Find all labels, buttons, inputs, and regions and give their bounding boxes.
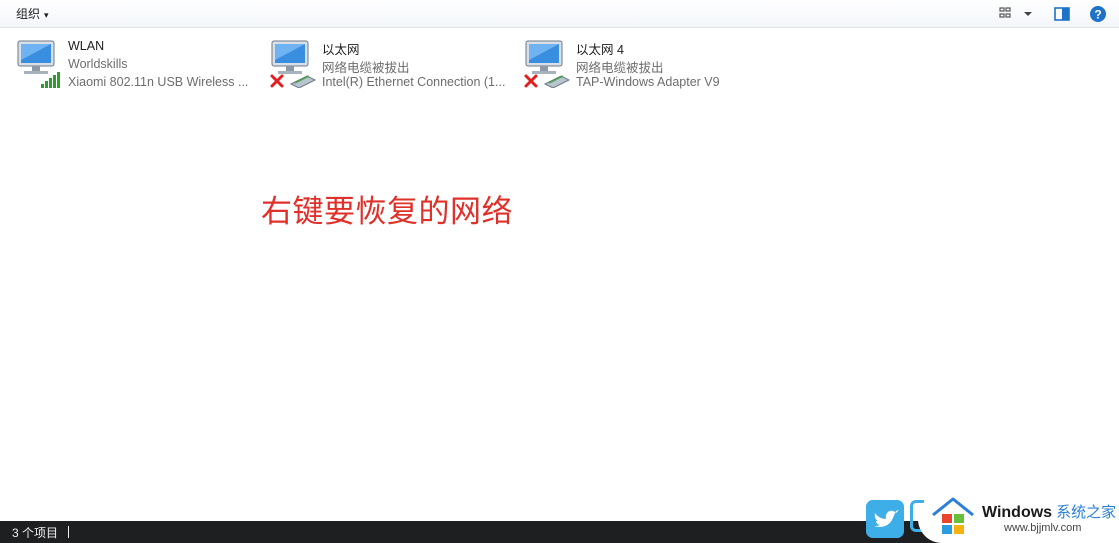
adapter-status: 网络电缆被拔出 [322,61,410,75]
help-icon[interactable]: ? [1088,4,1108,24]
site-watermark: Windows 系统之家 www.bjjmlv.com [866,494,1119,543]
help-glyph: ? [1094,8,1101,22]
organize-menu-button[interactable]: 组织 ▾ [8,4,57,24]
adapter-tile-ethernet[interactable]: 以太网 网络电缆被拔出 Intel(R) Ethernet Connection… [269,36,515,96]
adapter-status: 网络电缆被拔出 [576,61,664,75]
adapter-status: Worldskills [68,57,128,71]
wireless-adapter-icon [17,40,60,88]
chevron-down-icon: ▾ [44,10,49,20]
adapter-name: 以太网 [322,43,360,57]
adapter-device: TAP-Windows Adapter V9 [576,75,720,89]
watermark-brand-cn: 系统之家 [1056,504,1117,521]
command-bar: 组织 ▾ ? [0,0,1119,28]
adapter-tile-ethernet-4[interactable]: 以太网 4 网络电缆被拔出 TAP-Windows Adapter V9 [523,36,769,96]
watermark-url: www.bjjmlv.com [1004,522,1082,534]
adapter-device: Intel(R) Ethernet Connection (1... [322,75,506,89]
adapter-tile-wlan[interactable]: WLAN Worldskills Xiaomi 802.11n USB Wire… [15,36,261,96]
watermark-badge: Windows 系统之家 www.bjjmlv.com [918,494,1119,543]
item-count: 3 个项目 [12,526,59,540]
ethernet-adapter-disconnected-icon [270,40,317,88]
organize-label: 组织 [16,7,41,21]
annotation-text: 右键要恢复的网络 [261,194,513,230]
status-divider [68,526,69,538]
windows-logo-icon [932,497,974,534]
ethernet-adapter-disconnected-icon [524,40,571,88]
view-options-icon[interactable] [997,4,1037,24]
adapter-name: 以太网 4 [576,43,624,57]
watermark-brand: Windows [982,504,1053,521]
adapter-device: Xiaomi 802.11n USB Wireless ... [68,75,249,89]
preview-pane-icon[interactable] [1052,4,1072,24]
adapter-name: WLAN [68,39,105,53]
watermark-title: Windows 系统之家 [982,501,1116,522]
twitter-bird-icon [866,500,904,538]
